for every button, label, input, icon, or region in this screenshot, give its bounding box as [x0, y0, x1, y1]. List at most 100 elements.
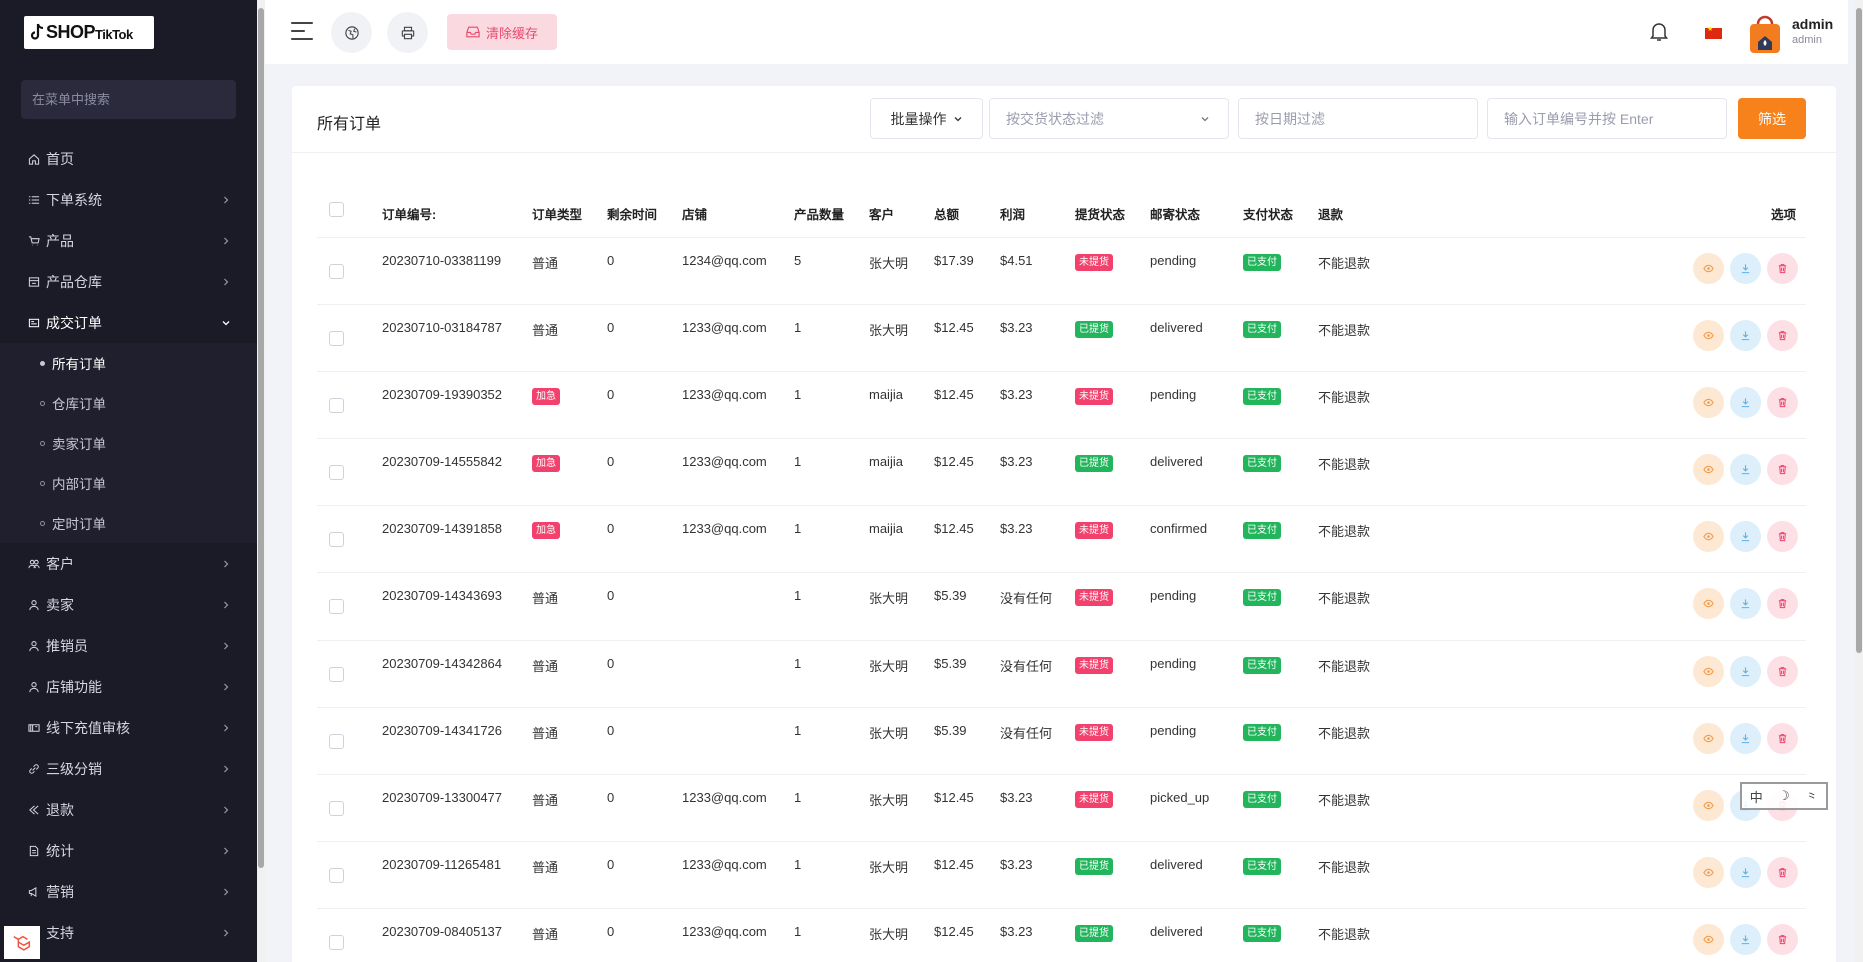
sidebar-item-3[interactable]: 产品仓库 — [0, 261, 257, 302]
batch-actions-dropdown[interactable]: 批量操作 — [870, 98, 983, 139]
order-id[interactable]: 20230709-14391858 — [382, 505, 532, 574]
delete-button[interactable] — [1767, 252, 1798, 284]
row-checkbox[interactable] — [329, 801, 344, 816]
col-profit[interactable]: 利润 — [1000, 187, 1075, 238]
download-button[interactable] — [1730, 252, 1761, 284]
china-flag-icon[interactable] — [1705, 25, 1722, 39]
order-id[interactable]: 20230709-08405137 — [382, 908, 532, 962]
view-button[interactable] — [1693, 924, 1724, 956]
table-row[interactable]: 20230709-14391858 加急 0 1233@qq.com 1 mai… — [317, 505, 1806, 574]
row-checkbox[interactable] — [329, 397, 344, 413]
view-button[interactable] — [1693, 588, 1724, 620]
order-id[interactable]: 20230709-13300477 — [382, 774, 532, 843]
order-id[interactable]: 20230709-19390352 — [382, 371, 532, 440]
delete-button[interactable] — [1767, 588, 1798, 620]
download-button[interactable] — [1730, 655, 1761, 687]
view-button[interactable] — [1693, 655, 1724, 687]
view-button[interactable] — [1693, 252, 1724, 284]
row-checkbox[interactable] — [329, 330, 344, 346]
col-order-type[interactable]: 订单类型 — [532, 187, 607, 238]
col-quantity[interactable]: 产品数量 — [794, 187, 869, 238]
table-row[interactable]: 20230709-14343693 普通 0 1 张大明 $5.39 没有任何 … — [317, 572, 1806, 641]
col-order-id[interactable]: 订单编号: — [382, 187, 532, 238]
table-row[interactable]: 20230709-08405137 普通 0 1233@qq.com 1 张大明… — [317, 908, 1806, 962]
sidebar-item-0[interactable]: 首页 — [0, 138, 257, 179]
col-shop[interactable]: 店铺 — [682, 187, 794, 238]
order-id[interactable]: 20230710-03381199 — [382, 237, 532, 305]
col-total[interactable]: 总额 — [934, 187, 1000, 238]
col-refund[interactable]: 退款 — [1318, 187, 1406, 238]
tools-toggle[interactable]: ⺀ — [1805, 787, 1818, 806]
sidebar-item-after-4[interactable]: 线下充值审核 — [0, 707, 257, 748]
table-row[interactable]: 20230709-11265481 普通 0 1233@qq.com 1 张大明… — [317, 841, 1806, 910]
row-checkbox[interactable] — [329, 599, 344, 615]
view-button[interactable] — [1693, 790, 1724, 821]
hamburger-icon[interactable] — [291, 22, 315, 42]
user-name[interactable]: admin — [1792, 16, 1833, 32]
delete-button[interactable] — [1767, 521, 1798, 553]
delete-button[interactable] — [1767, 857, 1798, 889]
submenu-item-4[interactable]: 定时订单 — [0, 503, 257, 543]
row-checkbox[interactable] — [329, 465, 344, 481]
table-row[interactable]: 20230710-03381199 普通 0 1234@qq.com 5 张大明… — [317, 237, 1806, 305]
sidebar-item-after-2[interactable]: 推销员 — [0, 625, 257, 666]
order-id[interactable]: 20230709-11265481 — [382, 841, 532, 910]
order-id[interactable]: 20230709-14555842 — [382, 438, 532, 507]
lang-toggle[interactable]: 中 — [1750, 787, 1763, 806]
view-button[interactable] — [1693, 722, 1724, 754]
row-checkbox[interactable] — [329, 733, 344, 749]
table-row[interactable]: 20230710-03184787 普通 0 1233@qq.com 1 张大明… — [317, 304, 1806, 372]
clear-cache-button[interactable]: 清除缓存 — [447, 14, 557, 50]
main-scrollbar[interactable] — [1855, 0, 1863, 962]
sidebar-item-after-1[interactable]: 卖家 — [0, 584, 257, 625]
select-all-checkbox[interactable] — [329, 201, 344, 217]
submenu-item-1[interactable]: 仓库订单 — [0, 383, 257, 423]
table-row[interactable]: 20230709-14342864 普通 0 1 张大明 $5.39 没有任何 … — [317, 640, 1806, 708]
download-button[interactable] — [1730, 924, 1761, 956]
table-row[interactable]: 20230709-14341726 普通 0 1 张大明 $5.39 没有任何 … — [317, 707, 1806, 776]
app-logo[interactable]: SHOP TikTok — [24, 16, 154, 49]
submenu-item-0[interactable]: 所有订单 — [0, 343, 257, 383]
download-button[interactable] — [1730, 521, 1761, 553]
laravel-icon[interactable] — [4, 926, 40, 959]
table-row[interactable]: 20230709-14555842 加急 0 1233@qq.com 1 mai… — [317, 438, 1806, 507]
view-button[interactable] — [1693, 857, 1724, 889]
download-button[interactable] — [1730, 722, 1761, 754]
row-checkbox[interactable] — [329, 935, 344, 951]
menu-search-input[interactable]: 在菜单中搜索 — [21, 80, 236, 119]
order-id[interactable]: 20230709-14341726 — [382, 707, 532, 776]
sidebar-item-after-5[interactable]: 三级分销 — [0, 748, 257, 789]
delete-button[interactable] — [1767, 386, 1798, 418]
col-payment-status[interactable]: 支付状态 — [1243, 187, 1318, 238]
download-button[interactable] — [1730, 588, 1761, 620]
table-row[interactable]: 20230709-13300477 普通 0 1233@qq.com 1 张大明… — [317, 774, 1806, 843]
sidebar-item-after-0[interactable]: 客户 — [0, 543, 257, 584]
download-button[interactable] — [1730, 857, 1761, 889]
sidebar-item-2[interactable]: 产品 — [0, 220, 257, 261]
sidebar-scrollbar[interactable] — [257, 0, 265, 962]
view-button[interactable] — [1693, 521, 1724, 553]
sidebar-item-after-6[interactable]: 退款 — [0, 789, 257, 830]
bell-icon[interactable] — [1650, 22, 1668, 42]
filter-button[interactable]: 筛选 — [1738, 98, 1806, 139]
delete-button[interactable] — [1767, 454, 1798, 486]
delete-button[interactable] — [1767, 924, 1798, 956]
order-search-input[interactable]: 输入订单编号并按 Enter — [1487, 98, 1727, 139]
sidebar-item-after-7[interactable]: 统计 — [0, 830, 257, 871]
sidebar-item-4[interactable]: 成交订单 — [0, 302, 257, 343]
order-id[interactable]: 20230709-14342864 — [382, 640, 532, 708]
view-button[interactable] — [1693, 319, 1724, 351]
delivery-status-select[interactable]: 按交货状态过滤 — [989, 98, 1229, 139]
col-pickup-status[interactable]: 提货状态 — [1075, 187, 1150, 238]
row-checkbox[interactable] — [329, 263, 344, 279]
sidebar-item-after-8[interactable]: 营销 — [0, 871, 257, 912]
delete-button[interactable] — [1767, 722, 1798, 754]
delete-button[interactable] — [1767, 655, 1798, 687]
order-id[interactable]: 20230709-14343693 — [382, 572, 532, 641]
download-button[interactable] — [1730, 386, 1761, 418]
download-button[interactable] — [1730, 319, 1761, 351]
row-checkbox[interactable] — [329, 868, 344, 884]
row-checkbox[interactable] — [329, 666, 344, 682]
floating-toolbar[interactable]: 中 ☽ ⺀ — [1740, 782, 1828, 810]
avatar[interactable] — [1747, 12, 1783, 54]
